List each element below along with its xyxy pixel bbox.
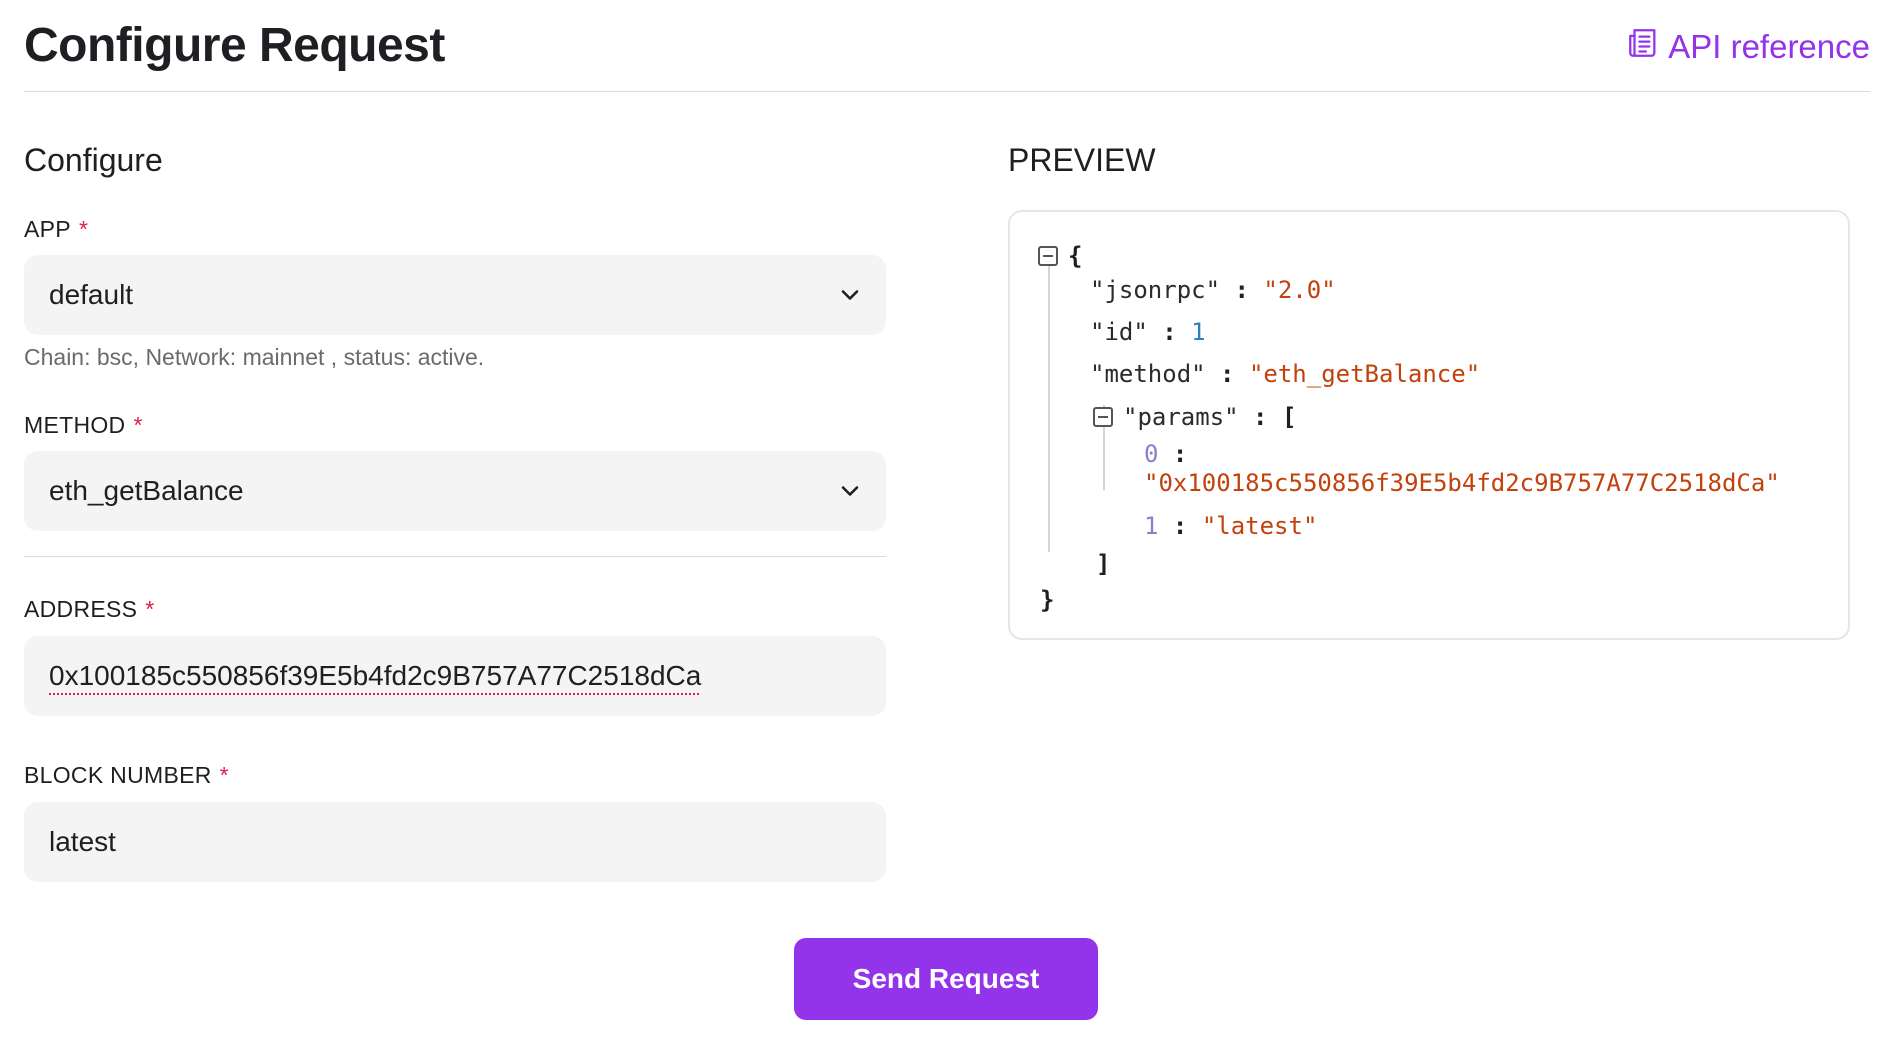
block-number-input-value: latest xyxy=(49,826,116,857)
json-colon: : xyxy=(1234,276,1249,304)
send-request-button[interactable]: Send Request xyxy=(794,938,1098,1020)
collapse-icon[interactable] xyxy=(1038,246,1058,266)
address-label-text: ADDRESS xyxy=(24,596,138,622)
required-marker: * xyxy=(145,596,155,622)
json-close-brace: } xyxy=(1040,586,1055,614)
configure-section-title: Configure xyxy=(24,142,163,178)
app-label-text: APP xyxy=(24,216,71,242)
app-select-value: default xyxy=(49,279,134,310)
api-reference-label: API reference xyxy=(1668,28,1870,65)
json-close-bracket: ] xyxy=(1096,550,1111,578)
chevron-down-icon xyxy=(841,290,859,300)
json-string-value: "0x100185c550856f39E5b4fd2c9B757A77C2518… xyxy=(1144,469,1780,497)
json-array-index: 0 xyxy=(1144,440,1159,468)
method-label: METHOD * xyxy=(24,412,143,439)
json-colon: : xyxy=(1220,360,1235,388)
json-key: "method" xyxy=(1090,360,1206,388)
preview-section-title: PREVIEW xyxy=(1008,142,1156,178)
method-select[interactable]: eth_getBalance xyxy=(24,451,886,531)
json-number-value: 1 xyxy=(1191,318,1206,346)
api-reference-link[interactable]: API reference xyxy=(1626,26,1870,68)
json-preview: { "jsonrpc" : "2.0" "id" : 1 "method" : … xyxy=(1008,210,1850,640)
json-colon: : xyxy=(1162,318,1177,346)
json-key: "jsonrpc" xyxy=(1090,276,1221,304)
json-string-value: "eth_getBalance" xyxy=(1248,360,1481,388)
json-colon: : xyxy=(1253,403,1268,431)
required-marker: * xyxy=(219,762,229,788)
app-label: APP * xyxy=(24,216,88,243)
json-string-value: "2.0" xyxy=(1263,276,1336,304)
configure-request-page: Configure Request API reference Configur… xyxy=(0,0,1892,1058)
json-colon: : xyxy=(1172,512,1188,540)
address-label: ADDRESS * xyxy=(24,596,155,623)
json-open-bracket: [ xyxy=(1281,403,1297,431)
json-key: "params" xyxy=(1123,403,1239,431)
app-helper-text: Chain: bsc, Network: mainnet , status: a… xyxy=(24,344,485,370)
method-select-value: eth_getBalance xyxy=(49,475,244,506)
json-array-index: 1 xyxy=(1144,512,1159,540)
collapse-icon[interactable] xyxy=(1093,407,1113,427)
json-string-value: "latest" xyxy=(1201,512,1318,540)
divider xyxy=(24,556,886,557)
json-open-brace: { xyxy=(1068,242,1083,270)
block-number-label: BLOCK NUMBER * xyxy=(24,762,229,789)
json-key: "id" xyxy=(1090,318,1148,346)
tree-guide-line xyxy=(1048,262,1050,552)
chevron-down-icon xyxy=(841,486,859,496)
header: Configure Request API reference xyxy=(24,0,1870,92)
app-select[interactable]: default xyxy=(24,255,886,335)
address-input[interactable]: 0x100185c550856f39E5b4fd2c9B757A77C2518d… xyxy=(24,636,886,716)
address-input-value: 0x100185c550856f39E5b4fd2c9B757A77C2518d… xyxy=(49,660,702,691)
json-colon: : xyxy=(1172,440,1188,468)
page-title: Configure Request xyxy=(24,19,445,72)
required-marker: * xyxy=(133,412,143,438)
required-marker: * xyxy=(78,216,89,242)
block-number-label-text: BLOCK NUMBER xyxy=(24,762,212,788)
method-label-text: METHOD xyxy=(24,412,126,438)
document-list-icon xyxy=(1626,26,1660,68)
block-number-input[interactable]: latest xyxy=(24,802,886,882)
